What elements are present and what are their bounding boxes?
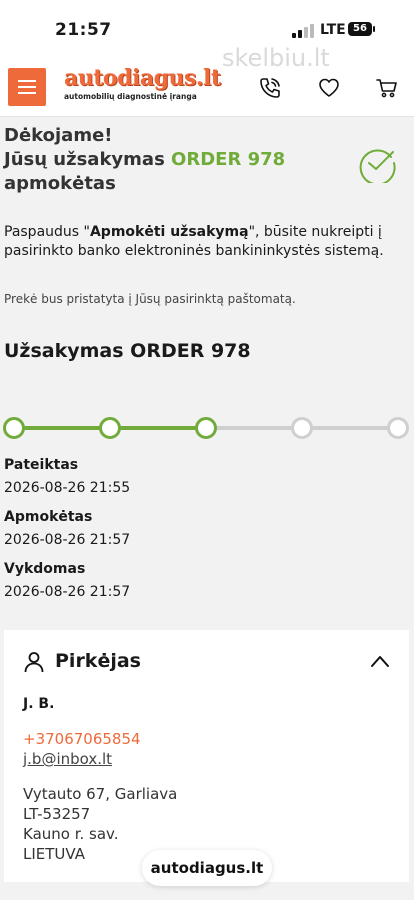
site-url-pill[interactable]: autodiagus.lt (142, 850, 272, 886)
signal-icon (292, 24, 316, 38)
phone-icon[interactable] (258, 76, 282, 100)
network-type: LTE (320, 22, 346, 38)
buyer-card: Pirkėjas J. B. +37067065854 j.b@inbox.lt… (4, 630, 409, 882)
buyer-title: Pirkėjas (55, 650, 141, 672)
user-icon (24, 652, 44, 673)
address-line: Kauno r. sav. (23, 825, 119, 843)
site-header: autodiagus.lt automobilių diagnostinė įr… (0, 58, 414, 117)
site-logo[interactable]: autodiagus.lt automobilių diagnostinė įr… (64, 65, 221, 106)
confirmation-heading: Dėkojame! Jūsų užsakymas ORDER 978 apmok… (4, 124, 354, 196)
status-bar: 21:57 LTE 56 (0, 0, 414, 58)
progress-step (291, 417, 313, 439)
status-time: 21:57 (55, 20, 112, 40)
heart-icon[interactable] (317, 76, 341, 100)
buyer-phone-link[interactable]: +37067065854 (23, 730, 141, 748)
status-label: Pateiktas (4, 457, 79, 473)
progress-step (3, 417, 25, 439)
buyer-email-link[interactable]: j.b@inbox.lt (23, 750, 112, 768)
thanks-line: Dėkojame! (4, 125, 113, 146)
chevron-up-icon[interactable] (370, 654, 390, 668)
watermark-text: skelbiu.lt (222, 44, 330, 72)
order-progress (0, 415, 414, 441)
status-date: 2026-08-26 21:57 (4, 584, 131, 600)
delivery-info: Prekė bus pristatyta į Jūsų pasirinktą p… (4, 292, 296, 306)
success-check-icon (359, 149, 396, 183)
info-pay-label: Apmokėti užsakymą (89, 224, 249, 240)
payment-info: Paspaudus "Apmokėti užsakymą", būsite nu… (4, 223, 404, 261)
status-label: Vykdomas (4, 561, 86, 577)
status-label: Apmokėtas (4, 509, 93, 525)
address-line: LT-53257 (23, 805, 91, 823)
paid-line: apmokėtas (4, 173, 116, 194)
status-date: 2026-08-26 21:57 (4, 532, 131, 548)
progress-step (99, 417, 121, 439)
menu-button[interactable] (8, 68, 46, 106)
buyer-name: J. B. (23, 696, 55, 712)
order-paid-line: Jūsų užsakymas ORDER 978 (4, 148, 354, 172)
order-prefix: Jūsų užsakymas (4, 149, 172, 170)
order-number: ORDER 978 (171, 149, 286, 170)
status-date: 2026-08-26 21:55 (4, 480, 131, 496)
logo-tagline: automobilių diagnostinė įranga (64, 92, 197, 101)
progress-step (195, 417, 217, 439)
address-line: Vytauto 67, Garliava (23, 785, 178, 803)
battery-icon: 56 (348, 22, 375, 36)
cart-icon[interactable] (375, 76, 399, 100)
order-title: Užsakymas ORDER 978 (4, 340, 251, 362)
menu-icon (18, 80, 36, 82)
logo-wordmark: autodiagus.lt (64, 65, 221, 91)
info-text-a: Paspaudus " (4, 224, 90, 240)
progress-step (387, 417, 409, 439)
